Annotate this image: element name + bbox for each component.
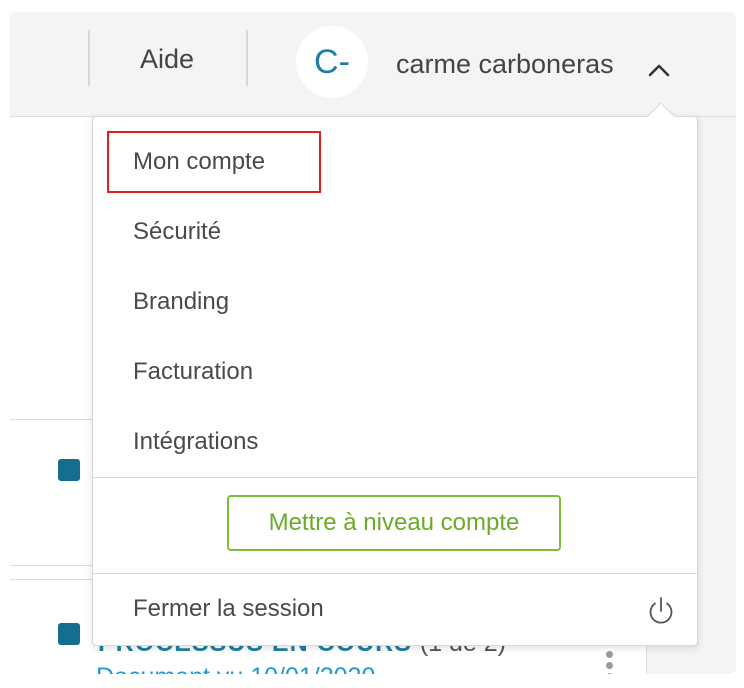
menu-divider	[93, 573, 697, 574]
status-square	[58, 459, 80, 481]
chevron-up-icon[interactable]	[646, 60, 672, 78]
avatar[interactable]: C-	[296, 26, 368, 98]
power-icon[interactable]	[645, 595, 677, 627]
help-link[interactable]: Aide	[140, 44, 194, 75]
header-divider	[246, 30, 248, 86]
menu-item-integrations[interactable]: Intégrations	[93, 407, 697, 477]
user-dropdown-menu: Mon compte Sécurité Branding Facturation…	[92, 103, 698, 646]
menu-item-facturation[interactable]: Facturation	[93, 337, 697, 407]
document-viewed-link[interactable]: Document vu 10/01/2020	[96, 663, 375, 674]
header-divider	[88, 30, 90, 86]
menu-item-mon-compte[interactable]: Mon compte	[93, 127, 697, 197]
top-bar: Aide C- carme carboneras	[10, 12, 736, 117]
logout-item[interactable]: Fermer la session	[93, 575, 697, 643]
dropdown-caret	[647, 103, 675, 117]
kebab-menu-icon[interactable]	[606, 651, 614, 674]
menu-item-branding[interactable]: Branding	[93, 267, 697, 337]
user-name[interactable]: carme carboneras	[396, 49, 614, 80]
menu-item-securite[interactable]: Sécurité	[93, 197, 697, 267]
status-square	[58, 623, 80, 645]
upgrade-account-button[interactable]: Mettre à niveau compte	[227, 495, 561, 551]
menu-divider	[93, 477, 697, 478]
